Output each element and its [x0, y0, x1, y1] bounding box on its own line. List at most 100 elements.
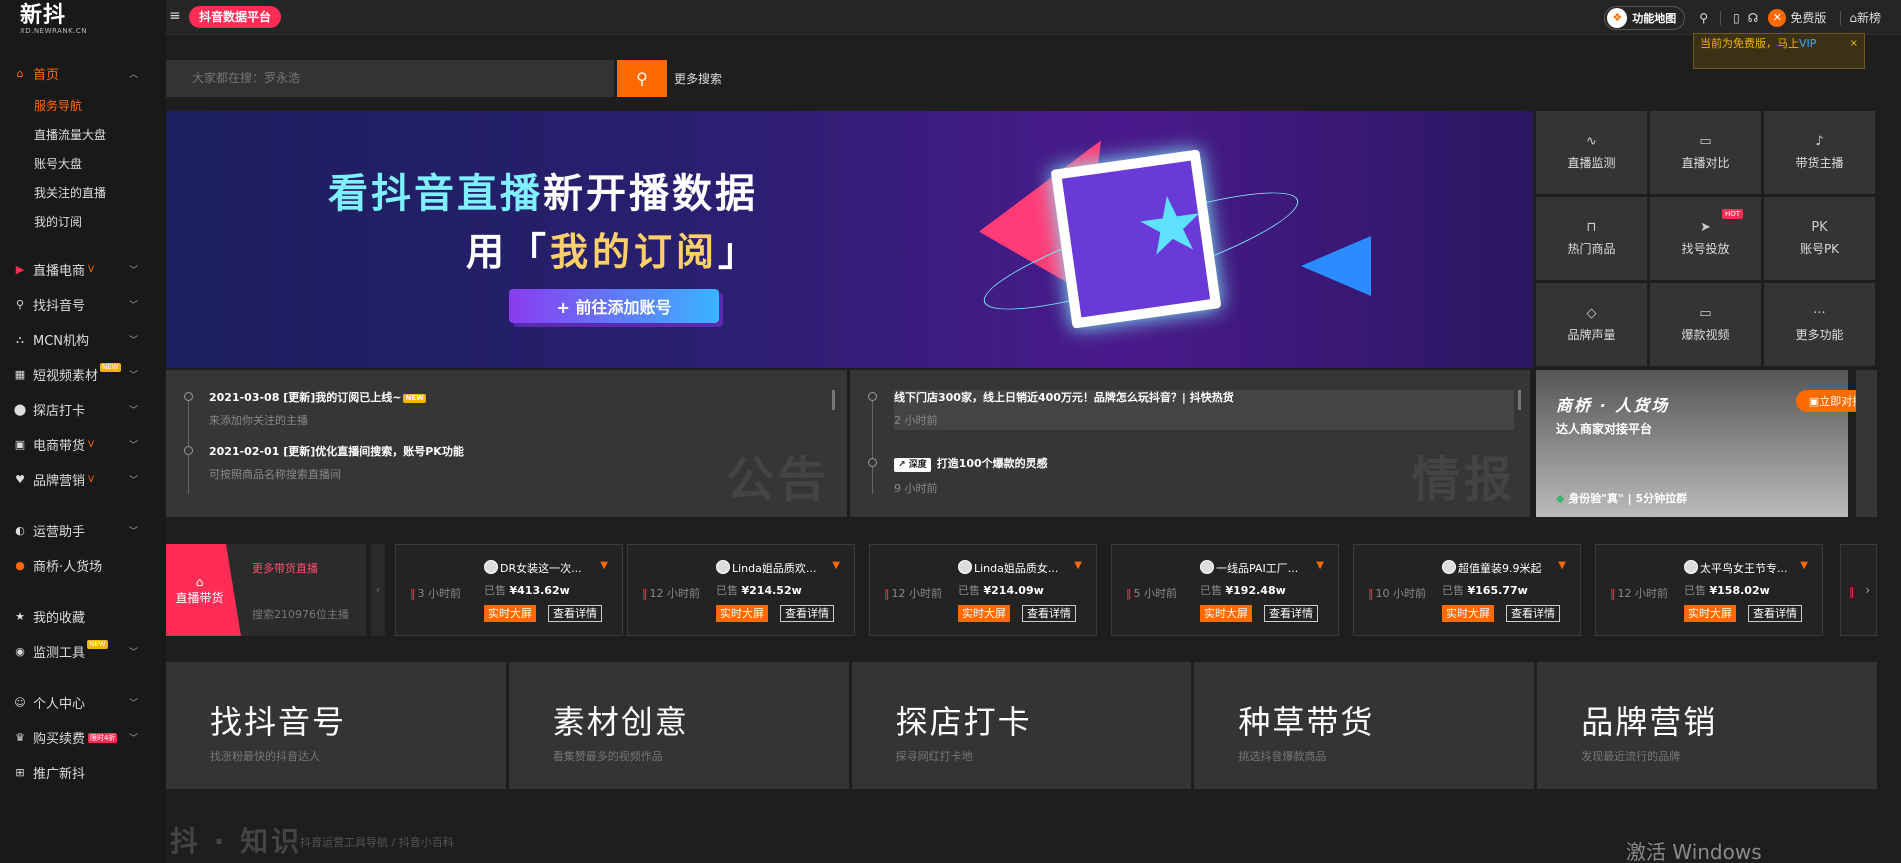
- avatar: [484, 560, 498, 574]
- view-detail-button[interactable]: 查看详情: [780, 605, 834, 622]
- mobile-icon[interactable]: ▯: [1733, 11, 1740, 25]
- avatar: ✕: [1768, 8, 1787, 27]
- grid-item-more[interactable]: ··· 更多功能: [1764, 283, 1875, 366]
- sidebar-item-promote[interactable]: ⊞ 推广新抖: [0, 755, 166, 790]
- realtime-screen-button[interactable]: 实时大屏: [1684, 605, 1736, 622]
- banner[interactable]: ★ 看抖音直播新开播数据 用「我的订阅」 + 前往添加账号: [166, 111, 1533, 368]
- search-icon[interactable]: ⚲: [1699, 11, 1708, 25]
- grid-item-hot-goods[interactable]: ⊓ 热门商品: [1536, 197, 1647, 280]
- sidebar-item-favorites[interactable]: ★ 我的收藏: [0, 599, 166, 634]
- sidebar-item-home[interactable]: ⌂ 首页 ︿: [0, 56, 166, 91]
- scrollbar[interactable]: [1518, 390, 1521, 410]
- sidebar-item-live-commerce[interactable]: ▶ 直播电商 V ﹀: [0, 252, 166, 287]
- grid-item-placement[interactable]: HOT ➤ 找号投放: [1650, 197, 1761, 280]
- live-time: ‖ 5 小时前: [1126, 587, 1177, 600]
- view-detail-button[interactable]: 查看详情: [1264, 605, 1318, 622]
- sidebar-item-monitor[interactable]: ◉ 监测工具 NEW ﹀: [0, 634, 166, 669]
- category-material[interactable]: 素材创意 看集赞最多的视频作品: [508, 662, 849, 789]
- category-seeding[interactable]: 种草带货 挑选抖音爆款商品: [1194, 662, 1535, 789]
- live-card[interactable]: ‖ 12 小时前 Linda姐品质欢... ▼ 已售 ¥214.52w 实时大屏 …: [627, 544, 855, 636]
- sidebar-item-store-visit[interactable]: ⬤ 探店打卡 ﹀: [0, 392, 166, 427]
- sidebar-item-label: 个人中心: [33, 697, 86, 712]
- sidebar-subitem-my-subscription[interactable]: 我的订阅: [0, 207, 166, 236]
- cart-icon: ▼: [1800, 560, 1808, 571]
- grid-item-brand-voice[interactable]: ◇ 品牌声量: [1536, 283, 1647, 366]
- logo-text: 新抖: [20, 3, 67, 28]
- sidebar-item-ops-assistant[interactable]: ◐ 运营助手 ﹀: [0, 513, 166, 548]
- vip-tooltip[interactable]: 当前为免费版，马上VIP ×: [1693, 33, 1865, 69]
- xinbang-link[interactable]: ⌂新榜: [1849, 9, 1881, 26]
- knowledge-section-subtitle[interactable]: 抖音运营工具导航 / 抖音小百科: [300, 834, 454, 850]
- sidebar-item-shangqiao[interactable]: ● 商桥·人货场: [0, 548, 166, 583]
- cart-icon: ▼: [600, 560, 608, 571]
- search-icon: ⚲: [636, 69, 648, 88]
- search-input[interactable]: [166, 60, 614, 97]
- sidebar-item-mcn[interactable]: ⛬ MCN机构 ﹀: [0, 322, 166, 357]
- more-search-link[interactable]: 更多搜索: [674, 70, 722, 87]
- knowledge-section-title: 抖 · 知识: [170, 825, 303, 858]
- sidebar-subitem-followed-live[interactable]: 我关注的直播: [0, 178, 166, 207]
- feature-map-button[interactable]: ❖ 功能地图: [1604, 5, 1686, 30]
- add-account-button[interactable]: + 前往添加账号: [509, 289, 719, 323]
- grid-item-account-pk[interactable]: PK 账号PK: [1764, 197, 1875, 280]
- free-version-label: 免费版: [1790, 11, 1827, 25]
- sidebar-item-ecommerce[interactable]: ▣ 电商带货 V ﹀: [0, 427, 166, 462]
- category-store-visit[interactable]: 探店打卡 探寻网红打卡地: [851, 662, 1192, 789]
- live-card[interactable]: ‖ 12 小时前 太平鸟女王节专... ▼ 已售 ¥158.02w 实时大屏 查看…: [1595, 544, 1823, 636]
- category-subtitle: 发现最近流行的品牌: [1581, 750, 1681, 763]
- headset-icon[interactable]: ☊: [1748, 11, 1759, 25]
- sidebar-item-renewal[interactable]: ♛ 购买续费 限时4折 ﹀: [0, 720, 166, 755]
- announcement-panel: 2021-03-08 [更新]我的订阅已上线~ NEW 来添加你关注的主播 202…: [166, 370, 847, 517]
- announcement-title[interactable]: 2021-03-08 [更新]我的订阅已上线~ NEW: [209, 389, 426, 405]
- realtime-screen-button[interactable]: 实时大屏: [716, 605, 768, 622]
- view-detail-button[interactable]: 查看详情: [1506, 605, 1560, 622]
- category-find-account[interactable]: 找抖音号 找涨粉最快的抖音达人: [166, 662, 506, 789]
- chat-icon: ▣: [1808, 394, 1820, 408]
- more-live-link[interactable]: 更多带货直播: [252, 560, 318, 576]
- category-subtitle: 找涨粉最快的抖音达人: [210, 750, 320, 763]
- chevron-right-icon[interactable]: ›: [1865, 583, 1870, 597]
- sidebar-subitem-service-nav[interactable]: 服务导航: [0, 91, 166, 120]
- vip-link[interactable]: VIP: [1799, 37, 1816, 50]
- live-time: ‖ 10 小时前: [1368, 587, 1426, 600]
- trend-icon: ↗: [898, 460, 906, 470]
- sidebar-item-personal[interactable]: ☺ 个人中心 ﹀: [0, 685, 166, 720]
- grid-item-anchor[interactable]: ♪ 带货主播: [1764, 111, 1875, 194]
- free-version-button[interactable]: ✕ 免费版: [1768, 8, 1827, 27]
- realtime-screen-button[interactable]: 实时大屏: [958, 605, 1010, 622]
- sidebar-item-brand[interactable]: ♥ 品牌营销 V ﹀: [0, 462, 166, 497]
- anchor-search-link[interactable]: 搜索210976位主播: [252, 606, 349, 622]
- menu-toggle-icon[interactable]: ≡: [169, 8, 181, 24]
- category-brand[interactable]: 品牌营销 发现最近流行的品牌: [1537, 662, 1877, 789]
- chevron-down-icon: ﹀: [128, 527, 138, 537]
- grid-item-hit-video[interactable]: ▭ 爆款视频: [1650, 283, 1761, 366]
- view-detail-button[interactable]: 查看详情: [1022, 605, 1076, 622]
- live-card[interactable]: ‖ 5 小时前 一线品PAI工厂... ▼ 已售 ¥192.48w 实时大屏 查看…: [1111, 544, 1339, 636]
- live-card[interactable]: ‖ 3 小时前 DR女装这一次... ▼ 已售 ¥413.62w 实时大屏 查看详…: [395, 544, 623, 636]
- live-card[interactable]: ‖ 10 小时前 超值童装9.9米起 ▼ 已售 ¥165.77w 实时大屏 查看详…: [1353, 544, 1581, 636]
- hot-badge: HOT: [1721, 209, 1743, 219]
- logo[interactable]: 新抖 XD.NEWRANK.CN: [20, 3, 87, 36]
- chevron-left-icon[interactable]: ‹: [371, 544, 385, 636]
- grid-item-live-monitor[interactable]: ∿ 直播监测: [1536, 111, 1647, 194]
- announcement-title[interactable]: 2021-02-01 [更新]优化直播间搜索，账号PK功能: [209, 443, 464, 459]
- close-icon[interactable]: ×: [1850, 37, 1858, 50]
- intel-title[interactable]: ↗ 深度 打造100个爆款的灵感: [894, 455, 1048, 472]
- sidebar-item-short-video[interactable]: ▦ 短视频素材 NEW ﹀: [0, 357, 166, 392]
- live-commerce-badge[interactable]: ⌂ 直播带货: [166, 544, 241, 636]
- live-card-partial[interactable]: ‖ ›: [1840, 544, 1877, 636]
- realtime-screen-button[interactable]: 实时大屏: [484, 605, 536, 622]
- grid-item-live-compare[interactable]: ▭ 直播对比: [1650, 111, 1761, 194]
- platform-badge[interactable]: 抖音数据平台: [189, 6, 282, 28]
- scrollbar[interactable]: [832, 390, 835, 410]
- sidebar-subitem-live-traffic[interactable]: 直播流量大盘: [0, 120, 166, 149]
- live-card[interactable]: ‖ 12 小时前 Linda姐品质女... ▼ 已售 ¥214.09w 实时大屏 …: [869, 544, 1097, 636]
- view-detail-button[interactable]: 查看详情: [548, 605, 602, 622]
- sidebar-subitem-account-board[interactable]: 账号大盘: [0, 149, 166, 178]
- realtime-screen-button[interactable]: 实时大屏: [1442, 605, 1494, 622]
- realtime-screen-button[interactable]: 实时大屏: [1200, 605, 1252, 622]
- view-detail-button[interactable]: 查看详情: [1748, 605, 1802, 622]
- search-button[interactable]: ⚲: [617, 60, 667, 97]
- intel-title[interactable]: 线下门店300家，线上日销近400万元！品牌怎么玩抖音？| 抖快热货: [894, 389, 1234, 405]
- sidebar-item-find-account[interactable]: ⚲ 找抖音号 ﹀: [0, 287, 166, 322]
